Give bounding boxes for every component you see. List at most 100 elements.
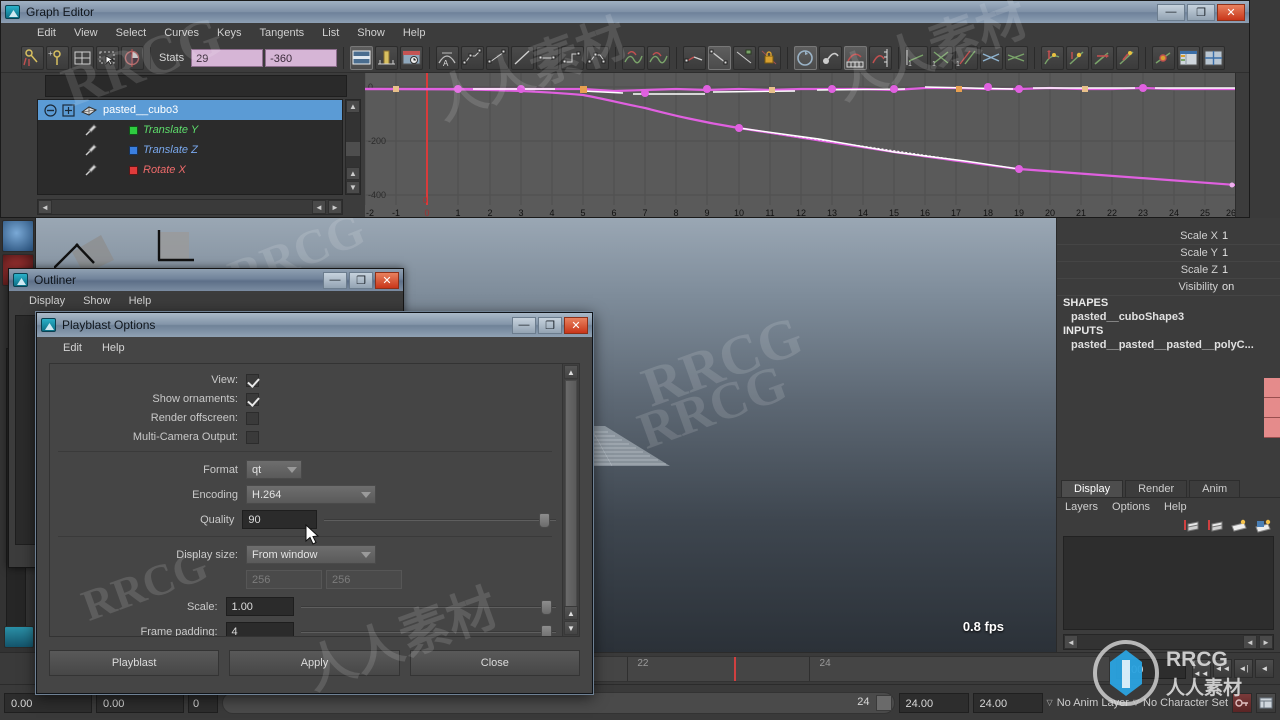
stats-value-field-1[interactable]: 29 — [191, 48, 264, 67]
anim-layer-label[interactable]: No Anim Layer — [1057, 697, 1129, 709]
auto-load-graph-editor-icon[interactable] — [794, 45, 818, 70]
scroll-up-arrow[interactable]: ▲ — [346, 100, 360, 113]
channel-value[interactable]: 1 — [1222, 245, 1274, 261]
graph-editor-vscrollbar[interactable] — [1235, 73, 1249, 217]
option-row-encoding[interactable]: Encoding H.264 — [50, 484, 556, 505]
keyframe-marker[interactable] — [733, 656, 736, 681]
menu-select[interactable]: Select — [108, 26, 155, 40]
channel-row[interactable]: Scale Y 1 — [1057, 245, 1280, 262]
scroll-left-arrow[interactable]: ◄ — [1064, 635, 1078, 649]
range-slider-track[interactable]: 24 — [222, 691, 895, 714]
playblast-dialog-buttons[interactable]: Playblast Apply Close — [49, 643, 580, 683]
option-row-scale[interactable]: Scale: 1.00 — [50, 596, 556, 617]
prev-key-icon[interactable]: ◄| — [1234, 659, 1253, 678]
playblast-options-scroll-area[interactable]: View: Show ornaments: Render offscreen: … — [49, 363, 580, 637]
quality-slider-thumb[interactable] — [539, 512, 550, 528]
menu-display[interactable]: Display — [21, 294, 73, 308]
time-editor-icon[interactable] — [400, 45, 424, 70]
play-back-icon[interactable]: ◄ — [1255, 659, 1274, 678]
insert-key-curve-icon[interactable] — [1041, 45, 1065, 70]
new-layer-selected-icon[interactable] — [1206, 518, 1224, 534]
menu-options[interactable]: Options — [1112, 501, 1150, 513]
outliner-row-curve[interactable]: Translate Z — [38, 140, 342, 160]
layer-highlight-icon[interactable] — [1230, 518, 1248, 534]
playblast-scrollbar[interactable]: ▲ ▲ ▼ — [562, 364, 579, 636]
step-back-icon[interactable]: ◄◄ — [1213, 659, 1232, 678]
menu-tangents[interactable]: Tangents — [252, 26, 313, 40]
channel-row[interactable]: Scale X 1 — [1057, 228, 1280, 245]
oscillate-icon[interactable] — [980, 45, 1004, 70]
graph-editor-titlebar[interactable]: Graph Editor — ❐ ✕ — [1, 1, 1249, 23]
frame-padding-field[interactable]: 4 — [225, 622, 294, 636]
scroll-down-arrow[interactable]: ▼ — [346, 181, 360, 194]
menu-edit[interactable]: Edit — [29, 26, 64, 40]
outliner-window-buttons[interactable]: — ❐ ✕ — [323, 271, 399, 289]
option-row-render-offscreen[interactable]: Render offscreen: — [50, 410, 556, 426]
minimize-button[interactable]: — — [512, 316, 536, 334]
playback-end-field[interactable]: 24.00 — [972, 692, 1043, 713]
layer-editor-tabs[interactable]: Display Render Anim — [1057, 480, 1280, 498]
menu-help[interactable]: Help — [395, 26, 434, 40]
layer-list[interactable] — [1063, 536, 1274, 630]
lattice-deform-keys-icon[interactable] — [71, 45, 94, 70]
render-offscreen-checkbox[interactable] — [246, 411, 259, 425]
scroll-down-arrow[interactable]: ▼ — [564, 621, 578, 635]
graph-editor-search-field[interactable] — [45, 75, 347, 97]
layer-list-scrollbar[interactable]: ◄ ◄ ► — [1063, 634, 1274, 650]
linear-tangents-icon[interactable] — [511, 45, 535, 70]
quality-slider[interactable] — [324, 512, 556, 528]
graph-editor-outliner-vscrollbar[interactable]: ▲ ▲ ▼ — [345, 99, 361, 195]
layer-editor-menubar[interactable]: Layers Options Help — [1057, 498, 1280, 516]
auto-tangent-icon[interactable]: A — [436, 45, 460, 70]
menu-layers[interactable]: Layers — [1065, 501, 1098, 513]
break-tangents-icon[interactable] — [683, 45, 707, 70]
close-button[interactable]: ✕ — [1217, 3, 1245, 21]
remove-inbetween-icon[interactable] — [1116, 45, 1140, 70]
option-row-multi-camera[interactable]: Multi-Camera Output: — [50, 429, 556, 445]
menu-view[interactable]: View — [66, 26, 106, 40]
display-size-dropdown[interactable]: From window — [246, 545, 376, 564]
mute-channel-icon[interactable] — [1152, 45, 1176, 70]
scroll-right-arrow[interactable]: ► — [1259, 635, 1273, 649]
normalize-icon[interactable] — [375, 45, 399, 70]
anim-layer-dropdown-icon[interactable]: ▽ — [1047, 698, 1053, 707]
time-snap-icon[interactable] — [844, 45, 868, 70]
menu-help[interactable]: Help — [121, 294, 160, 308]
menu-curves[interactable]: Curves — [156, 26, 207, 40]
menu-edit[interactable]: Edit — [55, 341, 90, 355]
lock-tangent-weight-icon[interactable] — [758, 45, 782, 70]
new-layer-icon[interactable] — [1182, 518, 1200, 534]
post-infinity-cycle-icon[interactable]: 1 — [930, 45, 954, 70]
channel-section-item[interactable]: pasted__pasted__pasted__polyC... — [1057, 338, 1280, 352]
pre-infinity-cycle-icon[interactable]: 1 — [905, 45, 929, 70]
menu-show[interactable]: Show — [75, 294, 119, 308]
add-inbetween-icon[interactable] — [1091, 45, 1115, 70]
graph-editor-outliner[interactable]: pasted__cubo3 Translate Y Translate Z Ro… — [19, 73, 363, 217]
scale-slider[interactable] — [301, 599, 556, 615]
buffer-curve-snapshot-icon[interactable] — [622, 45, 646, 70]
clamped-tangents-icon[interactable] — [486, 45, 510, 70]
character-set-label[interactable]: No Character Set — [1143, 697, 1228, 709]
pin-icon[interactable] — [84, 163, 97, 177]
unify-tangents-icon[interactable] — [708, 45, 732, 70]
option-row-show-ornaments[interactable]: Show ornaments: — [50, 391, 556, 407]
option-row-format[interactable]: Format qt — [50, 459, 556, 480]
playblast-button[interactable]: Playblast — [49, 650, 220, 676]
layer-toolbar[interactable] — [1057, 516, 1280, 536]
auto-key-icon[interactable] — [1232, 692, 1252, 713]
expand-box-icon[interactable] — [62, 103, 75, 117]
playblast-window-buttons[interactable]: — ❐ ✕ — [512, 316, 588, 334]
flat-tangents-icon[interactable] — [536, 45, 560, 70]
scroll-up-arrow-2[interactable]: ▲ — [346, 167, 360, 180]
menu-show[interactable]: Show — [349, 26, 393, 40]
curve-snap-icon[interactable] — [819, 45, 843, 70]
tab-render[interactable]: Render — [1125, 480, 1188, 497]
stacked-view-icon[interactable] — [1202, 45, 1226, 70]
channel-value[interactable]: on — [1222, 279, 1274, 295]
range-slider-handle[interactable] — [875, 694, 892, 711]
playblast-titlebar[interactable]: Playblast Options — ❐ ✕ — [37, 313, 592, 337]
scale-field[interactable]: 1.00 — [225, 597, 294, 616]
free-tangent-weight-icon[interactable] — [733, 45, 757, 70]
maximize-button[interactable]: ❐ — [538, 316, 562, 334]
channel-section-item[interactable]: pasted__cuboShape3 — [1057, 310, 1280, 324]
